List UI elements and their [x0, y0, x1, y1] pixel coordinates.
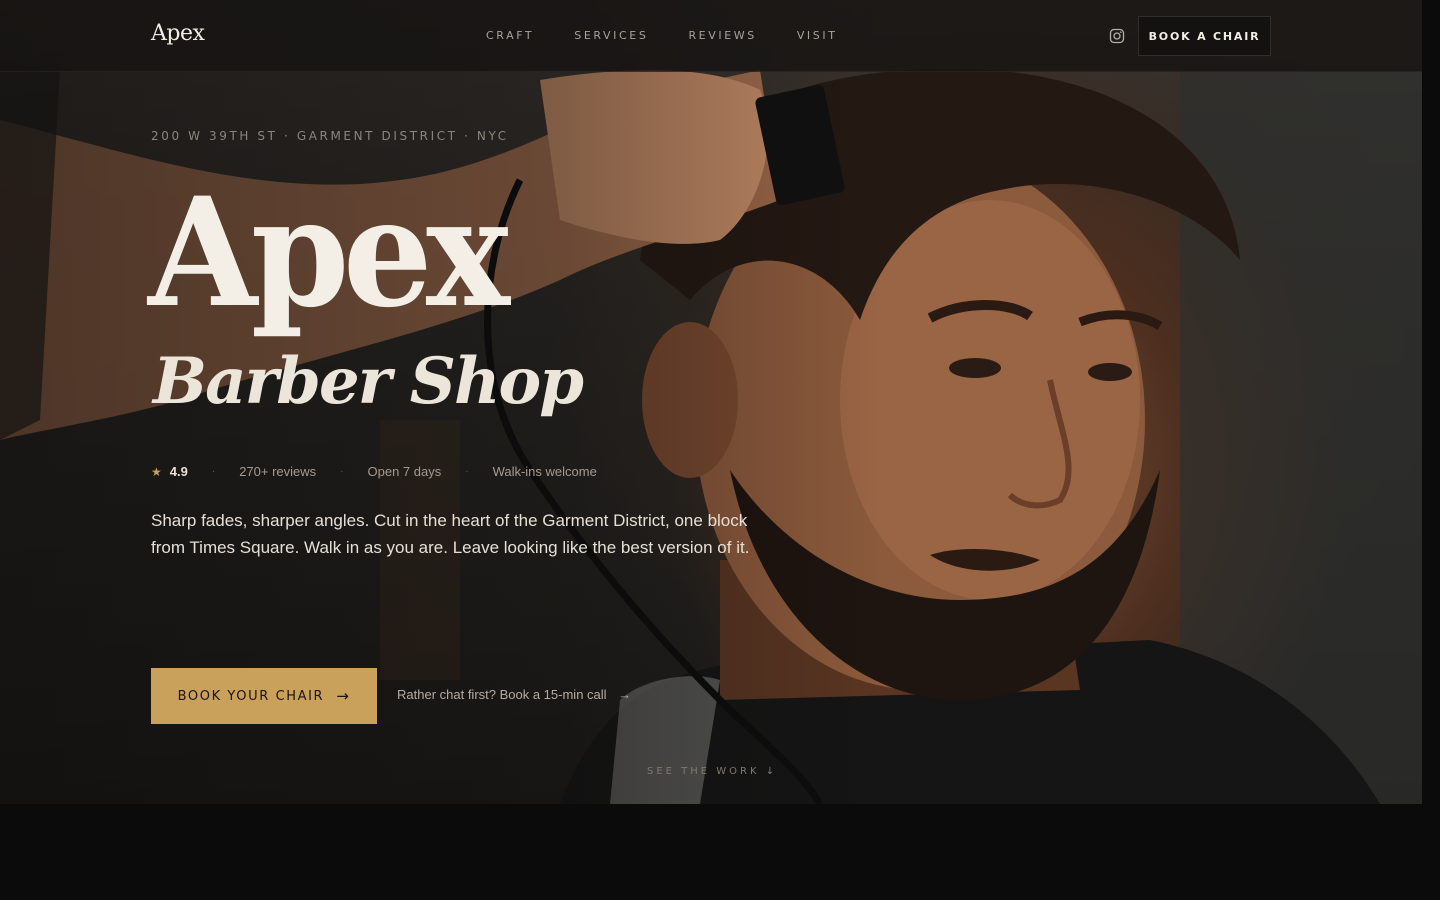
- book-a-chair-button[interactable]: BOOK A CHAIR: [1138, 16, 1271, 56]
- hero-content: 200 W 39TH ST · GARMENT DISTRICT · NYC A…: [0, 0, 1422, 804]
- rating-value: 4.9: [169, 464, 188, 479]
- review-count[interactable]: 270+ reviews: [239, 464, 316, 479]
- nav-link-services[interactable]: SERVICES: [574, 29, 648, 42]
- book-your-chair-button[interactable]: BOOK YOUR CHAIR →: [151, 668, 377, 724]
- nav-links: CRAFT SERVICES REVIEWS VISIT: [486, 29, 878, 42]
- meta-separator: ·: [211, 466, 216, 477]
- walkins-note: Walk-ins welcome: [492, 464, 597, 479]
- instagram-icon[interactable]: [1109, 28, 1125, 44]
- shop-address: 200 W 39TH ST · GARMENT DISTRICT · NYC: [151, 129, 509, 143]
- cta-label: BOOK YOUR CHAIR: [177, 688, 325, 704]
- see-the-work-link[interactable]: SEE THE WORK ↓: [647, 766, 777, 777]
- arrow-right-icon: →: [336, 687, 351, 705]
- chat-link-label: Rather chat first? Book a 15-min call: [397, 687, 607, 702]
- hero-title: Apex: [148, 165, 510, 341]
- hero-description: Sharp fades, sharper angles. Cut in the …: [151, 511, 750, 557]
- opening-hours: Open 7 days: [367, 464, 442, 479]
- star-icon: ★: [151, 464, 162, 479]
- meta-separator: ·: [340, 466, 344, 477]
- nav-link-visit[interactable]: VISIT: [797, 29, 838, 42]
- meta-separator: ·: [465, 466, 469, 477]
- nav-link-reviews[interactable]: REVIEWS: [688, 29, 756, 42]
- book-call-link[interactable]: Rather chat first? Book a 15-min call →: [397, 687, 631, 702]
- top-navigation: Apex CRAFT SERVICES REVIEWS VISIT BOOK A…: [0, 0, 1422, 72]
- hero-subtitle: Barber Shop: [153, 344, 584, 419]
- arrow-right-icon: →: [618, 687, 632, 702]
- nav-link-craft[interactable]: CRAFT: [486, 29, 534, 42]
- brand-logo[interactable]: Apex: [151, 21, 205, 46]
- shop-meta: ★ 4.9 · 270+ reviews · Open 7 days · Wal…: [151, 464, 597, 479]
